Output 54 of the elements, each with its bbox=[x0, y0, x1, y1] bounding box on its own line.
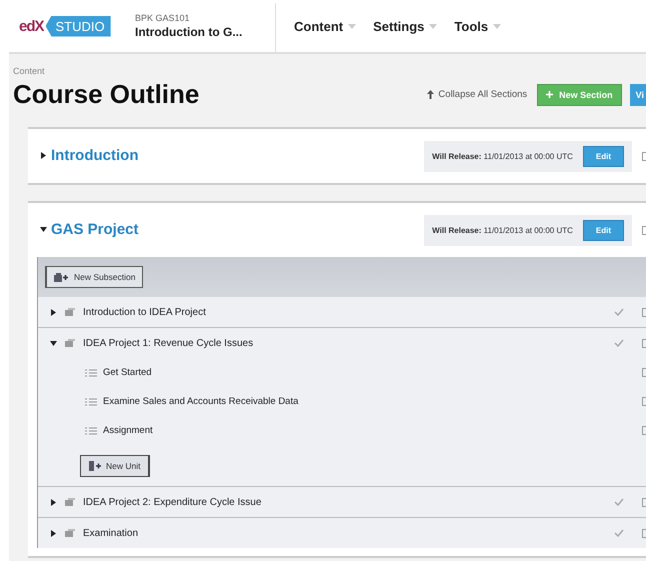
folder-icon bbox=[65, 308, 75, 316]
folder-plus-icon bbox=[54, 272, 68, 282]
handle-icon[interactable] bbox=[642, 426, 646, 435]
handle-icon[interactable] bbox=[642, 528, 646, 538]
handle-icon[interactable] bbox=[642, 397, 646, 406]
subsection-title[interactable]: Introduction to IDEA Project bbox=[83, 306, 206, 318]
nav-menu[interactable]: Content bbox=[294, 18, 356, 34]
collapsed-arrow-icon[interactable] bbox=[40, 152, 47, 158]
handle-icon[interactable] bbox=[642, 498, 646, 506]
handle-icon[interactable] bbox=[642, 308, 646, 316]
unit-title[interactable]: Examine Sales and Accounts Receivable Data bbox=[103, 396, 298, 407]
check-icon bbox=[614, 529, 624, 537]
subsection-title[interactable]: Examination bbox=[83, 528, 138, 538]
handle-icon[interactable] bbox=[642, 338, 646, 348]
course-title[interactable]: Introduction to G... bbox=[135, 25, 275, 39]
caret-icon bbox=[493, 24, 502, 28]
page-plus-icon bbox=[89, 460, 101, 470]
expanded-arrow-icon[interactable] bbox=[50, 340, 57, 346]
list-icon bbox=[85, 368, 97, 376]
nav-menu[interactable]: Tools bbox=[454, 18, 502, 34]
unit-title[interactable]: Get Started bbox=[103, 367, 152, 378]
section-title[interactable]: Introduction bbox=[40, 146, 138, 164]
section-title[interactable]: GAS Project bbox=[40, 220, 139, 238]
collapsed-arrow-icon[interactable] bbox=[50, 498, 57, 506]
release-date: Will Release: 11/01/2013 at 00:00 UTC bbox=[432, 226, 573, 234]
handle-icon[interactable] bbox=[642, 152, 646, 160]
nav-menu[interactable]: Settings bbox=[373, 18, 438, 34]
list-icon bbox=[85, 426, 97, 434]
up-arrow-icon bbox=[427, 90, 434, 99]
caret-icon bbox=[348, 24, 356, 28]
subsection-title[interactable]: IDEA Project 1: Revenue Cycle Issues bbox=[83, 338, 254, 348]
course-code: BPK GAS101 bbox=[135, 13, 191, 23]
check-icon bbox=[614, 308, 624, 316]
folder-icon bbox=[65, 529, 75, 537]
new-unit-button[interactable]: New Unit bbox=[80, 454, 150, 476]
collapsed-arrow-icon[interactable] bbox=[50, 308, 57, 316]
check-icon bbox=[614, 339, 624, 347]
caret-icon bbox=[429, 24, 438, 28]
folder-icon bbox=[65, 498, 75, 506]
new-subsection-button[interactable]: New Subsection bbox=[45, 266, 144, 288]
collapse-all-link[interactable]: Collapse All Sections bbox=[427, 89, 528, 100]
collapsed-arrow-icon[interactable] bbox=[50, 530, 57, 536]
check-icon bbox=[614, 498, 624, 506]
plus-icon bbox=[546, 90, 554, 98]
list-icon bbox=[85, 398, 97, 406]
unit-title[interactable]: Assignment bbox=[103, 425, 153, 436]
folder-icon bbox=[65, 339, 75, 347]
release-date: Will Release: 11/01/2013 at 00:00 UTC bbox=[432, 152, 573, 160]
handle-icon[interactable] bbox=[642, 226, 646, 234]
page-title: Course Outline bbox=[13, 79, 200, 110]
handle-icon[interactable] bbox=[642, 368, 646, 377]
subsection-title[interactable]: IDEA Project 2: Expenditure Cycle Issue bbox=[83, 496, 262, 508]
expanded-arrow-icon[interactable] bbox=[40, 226, 47, 232]
edx-logo[interactable]: edX bbox=[19, 18, 44, 34]
